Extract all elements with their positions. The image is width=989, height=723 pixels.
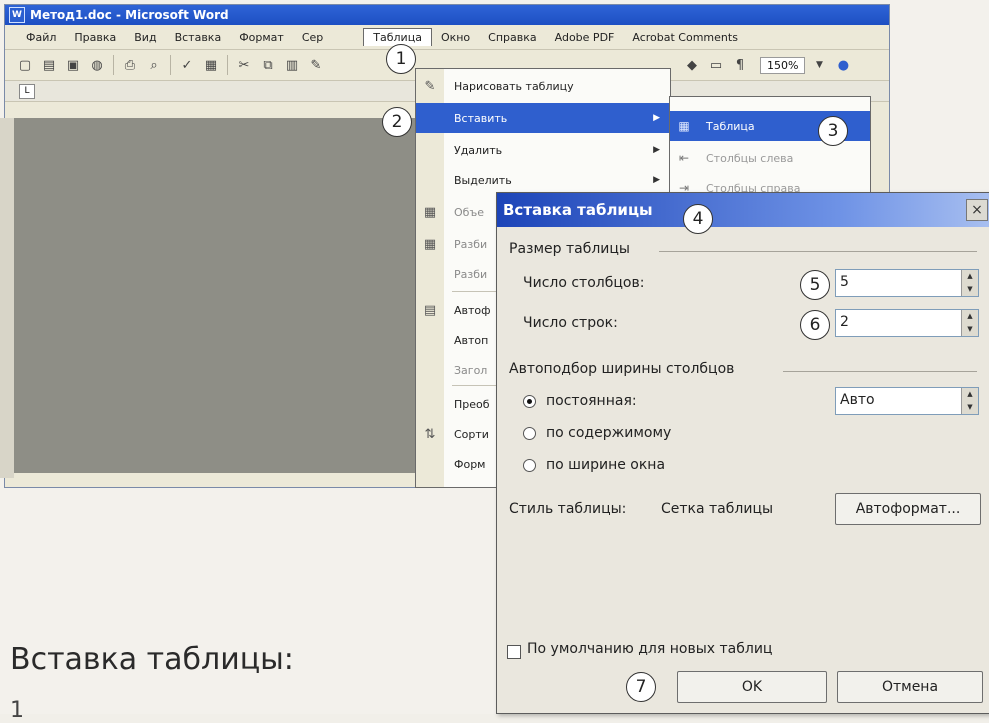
- callout-badge-3: 3: [818, 116, 848, 146]
- menu-window[interactable]: Окно: [432, 29, 479, 46]
- document-area[interactable]: [14, 118, 418, 473]
- tab-selector-icon[interactable]: L: [19, 84, 35, 99]
- columns-spinner[interactable]: 5 ▲ ▼: [835, 269, 979, 297]
- columns-label: Число столбцов:: [523, 275, 645, 291]
- ok-button[interactable]: OK: [677, 671, 827, 703]
- submenu-arrow-icon: ▶: [653, 113, 660, 123]
- menu-service[interactable]: Сер: [293, 29, 363, 46]
- paste-icon[interactable]: ▥: [282, 55, 302, 75]
- document-map-icon[interactable]: ▭: [706, 55, 726, 75]
- zoom-select[interactable]: 150%: [760, 56, 806, 74]
- callout-badge-5: 5: [800, 270, 830, 300]
- permission-icon[interactable]: ◍: [87, 55, 107, 75]
- columns-left-icon: ⇤: [678, 151, 690, 165]
- callout-badge-6: 6: [800, 310, 830, 340]
- menu-help[interactable]: Справка: [479, 29, 545, 46]
- toolbar-separator: [170, 55, 171, 75]
- title-bar: W Метод1.doc - Microsoft Word: [5, 5, 889, 25]
- submenu-arrow-icon: ▶: [653, 175, 660, 185]
- menu-view[interactable]: Вид: [125, 29, 165, 46]
- radio-fixed-width[interactable]: постоянная:: [523, 393, 637, 409]
- callout-badge-1: 1: [386, 44, 416, 74]
- cancel-button[interactable]: Отмена: [837, 671, 983, 703]
- print-icon[interactable]: ⎙: [120, 55, 140, 75]
- menu-insert[interactable]: Вставка: [166, 29, 231, 46]
- callout-badge-4: 4: [683, 204, 713, 234]
- fixed-width-spinner[interactable]: Авто ▲ ▼: [835, 387, 979, 415]
- radio-button[interactable]: [523, 394, 536, 408]
- menu-bar: Файл Правка Вид Вставка Формат Сер Табли…: [5, 25, 889, 50]
- word-app-icon: W: [9, 7, 25, 23]
- menu-item-insert[interactable]: Вставить ▶: [416, 103, 670, 133]
- cut-icon[interactable]: ✂: [234, 55, 254, 75]
- menu-adobe-pdf[interactable]: Adobe PDF: [546, 29, 624, 46]
- open-folder-icon[interactable]: ▤: [39, 55, 59, 75]
- size-group-title: Размер таблицы: [509, 241, 630, 257]
- toolbar-separator: [227, 55, 228, 75]
- menu-item-draw-table[interactable]: ✎ Нарисовать таблицу: [416, 71, 670, 101]
- menu-item-delete[interactable]: Удалить ▶: [416, 135, 670, 165]
- vertical-ruler: [0, 118, 14, 478]
- show-formatting-icon[interactable]: ¶: [730, 55, 750, 75]
- caption-list-start: 1: [10, 698, 24, 723]
- style-label: Стиль таблицы:: [509, 501, 627, 517]
- rows-label: Число строк:: [523, 315, 618, 331]
- toolbar-separator: [113, 55, 114, 75]
- submenu-arrow-icon: ▶: [653, 145, 660, 155]
- help-icon[interactable]: ●: [833, 55, 853, 75]
- pencil-icon: ✎: [424, 78, 436, 94]
- menu-format[interactable]: Формат: [230, 29, 293, 46]
- radio-button[interactable]: [523, 458, 536, 472]
- chevron-down-icon[interactable]: ▼: [809, 55, 829, 75]
- save-icon[interactable]: ▣: [63, 55, 83, 75]
- spelling-icon[interactable]: ✓: [177, 55, 197, 75]
- new-document-icon[interactable]: ▢: [15, 55, 35, 75]
- dialog-title-bar: Вставка таблицы ×: [497, 193, 989, 227]
- merge-cells-icon: ▦: [423, 204, 437, 220]
- spinner-arrows-icon[interactable]: ▲ ▼: [961, 270, 978, 296]
- window-title: Метод1.doc - Microsoft Word: [30, 8, 229, 22]
- radio-autofit-window[interactable]: по ширине окна: [523, 457, 665, 473]
- rows-spinner[interactable]: 2 ▲ ▼: [835, 309, 979, 337]
- callout-badge-2: 2: [382, 107, 412, 137]
- sort-icon: ⇅: [424, 426, 436, 442]
- close-icon[interactable]: ×: [966, 199, 988, 221]
- copy-icon[interactable]: ⧉: [258, 55, 278, 75]
- default-checkbox-label: По умолчанию для новых таблиц: [527, 641, 773, 657]
- insert-table-dialog: Вставка таблицы × Размер таблицы Число с…: [496, 192, 989, 714]
- figure-caption: Вставка таблицы:: [10, 642, 294, 677]
- style-value: Сетка таблицы: [661, 501, 774, 517]
- menu-edit[interactable]: Правка: [65, 29, 125, 46]
- research-icon[interactable]: ▦: [201, 55, 221, 75]
- table-icon: ▦: [678, 119, 690, 133]
- menu-file[interactable]: Файл: [17, 29, 65, 46]
- menu-item-select[interactable]: Выделить ▶: [416, 165, 670, 195]
- radio-autofit-content[interactable]: по содержимому: [523, 425, 671, 441]
- submenu-item-columns-left[interactable]: ⇤ Столбцы слева: [670, 143, 870, 173]
- menu-acrobat-comments[interactable]: Acrobat Comments: [623, 29, 747, 46]
- drawing-icon[interactable]: ◆: [682, 55, 702, 75]
- spinner-arrows-icon[interactable]: ▲ ▼: [961, 388, 978, 414]
- dialog-title: Вставка таблицы: [503, 201, 653, 219]
- autoformat-icon: ▤: [423, 302, 437, 318]
- split-cells-icon: ▦: [423, 236, 437, 252]
- print-preview-icon[interactable]: ⌕: [144, 55, 164, 75]
- autoformat-button[interactable]: Автоформат...: [835, 493, 981, 525]
- callout-badge-7: 7: [626, 672, 656, 702]
- default-checkbox[interactable]: [507, 645, 521, 659]
- autofit-group-title: Автоподбор ширины столбцов: [509, 361, 735, 377]
- spinner-arrows-icon[interactable]: ▲ ▼: [961, 310, 978, 336]
- radio-button[interactable]: [523, 426, 536, 440]
- format-painter-icon[interactable]: ✎: [306, 55, 326, 75]
